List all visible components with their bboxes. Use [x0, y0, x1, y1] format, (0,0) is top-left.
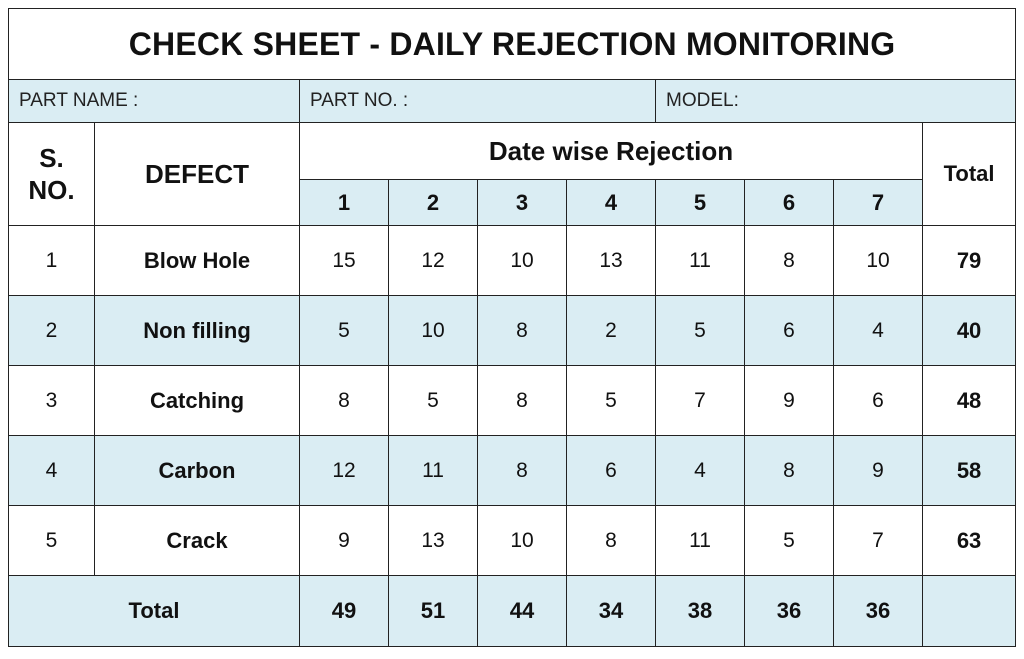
- day-total-cell-5[interactable]: 38: [655, 575, 745, 647]
- rejection-cell-day-4[interactable]: 5: [566, 365, 656, 436]
- sno-cell[interactable]: 2: [8, 295, 95, 366]
- day-total-cell-1[interactable]: 49: [299, 575, 389, 647]
- rejection-cell-day-1[interactable]: 15: [299, 225, 389, 296]
- rejection-cell-day-7[interactable]: 7: [833, 505, 923, 576]
- rejection-cell-day-5[interactable]: 11: [655, 225, 745, 296]
- rejection-cell-day-2[interactable]: 11: [388, 435, 478, 506]
- row-total-cell[interactable]: 48: [921, 365, 1017, 436]
- rejection-cell-day-6[interactable]: 8: [744, 435, 834, 506]
- day-total-cell-7[interactable]: 36: [833, 575, 923, 647]
- rejection-cell-day-6[interactable]: 5: [744, 505, 834, 576]
- rejection-cell-day-4[interactable]: 8: [566, 505, 656, 576]
- row-total-cell[interactable]: 58: [921, 435, 1017, 506]
- day-total-cell-3[interactable]: 44: [477, 575, 567, 647]
- rejection-cell-day-2[interactable]: 5: [388, 365, 478, 436]
- rejection-cell-day-2[interactable]: 10: [388, 295, 478, 366]
- sno-cell[interactable]: 1: [8, 225, 95, 296]
- date-header-2: 2: [388, 179, 478, 226]
- date-header-5: 5: [655, 179, 745, 226]
- rejection-cell-day-1[interactable]: 5: [299, 295, 389, 366]
- check-sheet-table: CHECK SHEET - DAILY REJECTION MONITORING…: [7, 8, 1017, 647]
- rejection-cell-day-3[interactable]: 10: [477, 225, 567, 296]
- rejection-cell-day-3[interactable]: 10: [477, 505, 567, 576]
- rejection-cell-day-1[interactable]: 12: [299, 435, 389, 506]
- grand-total-cell[interactable]: [921, 575, 1017, 647]
- table-row: 4 Carbon 12 11 8 6 4 8 9 58: [8, 435, 1017, 506]
- sno-cell[interactable]: 4: [8, 435, 95, 506]
- date-header-6: 6: [744, 179, 834, 226]
- part-no-field[interactable]: PART NO. :: [299, 79, 656, 123]
- day-total-cell-2[interactable]: 51: [388, 575, 478, 647]
- rejection-cell-day-3[interactable]: 8: [477, 365, 567, 436]
- rejection-cell-day-2[interactable]: 13: [388, 505, 478, 576]
- total-header: Total: [921, 122, 1017, 226]
- rejection-cell-day-6[interactable]: 9: [744, 365, 834, 436]
- defect-cell[interactable]: Non filling: [94, 295, 300, 366]
- sno-cell[interactable]: 5: [8, 505, 95, 576]
- defect-cell[interactable]: Blow Hole: [94, 225, 300, 296]
- date-header-1: 1: [299, 179, 389, 226]
- rejection-cell-day-6[interactable]: 6: [744, 295, 834, 366]
- rejection-cell-day-7[interactable]: 9: [833, 435, 923, 506]
- table-row: 5 Crack 9 13 10 8 11 5 7 63: [8, 505, 1017, 576]
- defect-cell[interactable]: Catching: [94, 365, 300, 436]
- sheet-title: CHECK SHEET - DAILY REJECTION MONITORING: [7, 8, 1017, 80]
- day-total-cell-6[interactable]: 36: [744, 575, 834, 647]
- rejection-cell-day-3[interactable]: 8: [477, 435, 567, 506]
- defect-cell[interactable]: Carbon: [94, 435, 300, 506]
- row-total-cell[interactable]: 63: [921, 505, 1017, 576]
- model-field[interactable]: MODEL:: [654, 79, 1017, 123]
- date-header-3: 3: [477, 179, 567, 226]
- rejection-cell-day-5[interactable]: 11: [655, 505, 745, 576]
- rejection-cell-day-5[interactable]: 4: [655, 435, 745, 506]
- rejection-cell-day-1[interactable]: 8: [299, 365, 389, 436]
- rejection-cell-day-4[interactable]: 2: [566, 295, 656, 366]
- sno-header-text: S. NO.: [28, 142, 75, 206]
- rejection-cell-day-4[interactable]: 6: [566, 435, 656, 506]
- rejection-cell-day-5[interactable]: 7: [655, 365, 745, 436]
- row-total-cell[interactable]: 79: [921, 225, 1017, 296]
- rejection-cell-day-2[interactable]: 12: [388, 225, 478, 296]
- day-total-cell-4[interactable]: 34: [566, 575, 656, 647]
- defect-cell[interactable]: Crack: [94, 505, 300, 576]
- rejection-cell-day-7[interactable]: 6: [833, 365, 923, 436]
- rejection-cell-day-7[interactable]: 10: [833, 225, 923, 296]
- table-row: 1 Blow Hole 15 12 10 13 11 8 10 79: [8, 225, 1017, 296]
- rejection-cell-day-6[interactable]: 8: [744, 225, 834, 296]
- rejection-cell-day-7[interactable]: 4: [833, 295, 923, 366]
- sno-header: S. NO.: [8, 122, 95, 226]
- totals-label: Total: [8, 575, 300, 647]
- date-header-7: 7: [833, 179, 923, 226]
- totals-row: Total 49 51 44 34 38 36 36: [8, 575, 1017, 647]
- defect-header: DEFECT: [94, 122, 300, 226]
- table-row: 2 Non filling 5 10 8 2 5 6 4 40: [8, 295, 1017, 366]
- date-header-4: 4: [566, 179, 656, 226]
- rejection-cell-day-1[interactable]: 9: [299, 505, 389, 576]
- table-row: 3 Catching 8 5 8 5 7 9 6 48: [8, 365, 1017, 436]
- date-wise-header: Date wise Rejection: [299, 122, 923, 180]
- part-name-field[interactable]: PART NAME :: [8, 79, 300, 123]
- rejection-cell-day-5[interactable]: 5: [655, 295, 745, 366]
- row-total-cell[interactable]: 40: [921, 295, 1017, 366]
- sno-cell[interactable]: 3: [8, 365, 95, 436]
- rejection-cell-day-3[interactable]: 8: [477, 295, 567, 366]
- rejection-cell-day-4[interactable]: 13: [566, 225, 656, 296]
